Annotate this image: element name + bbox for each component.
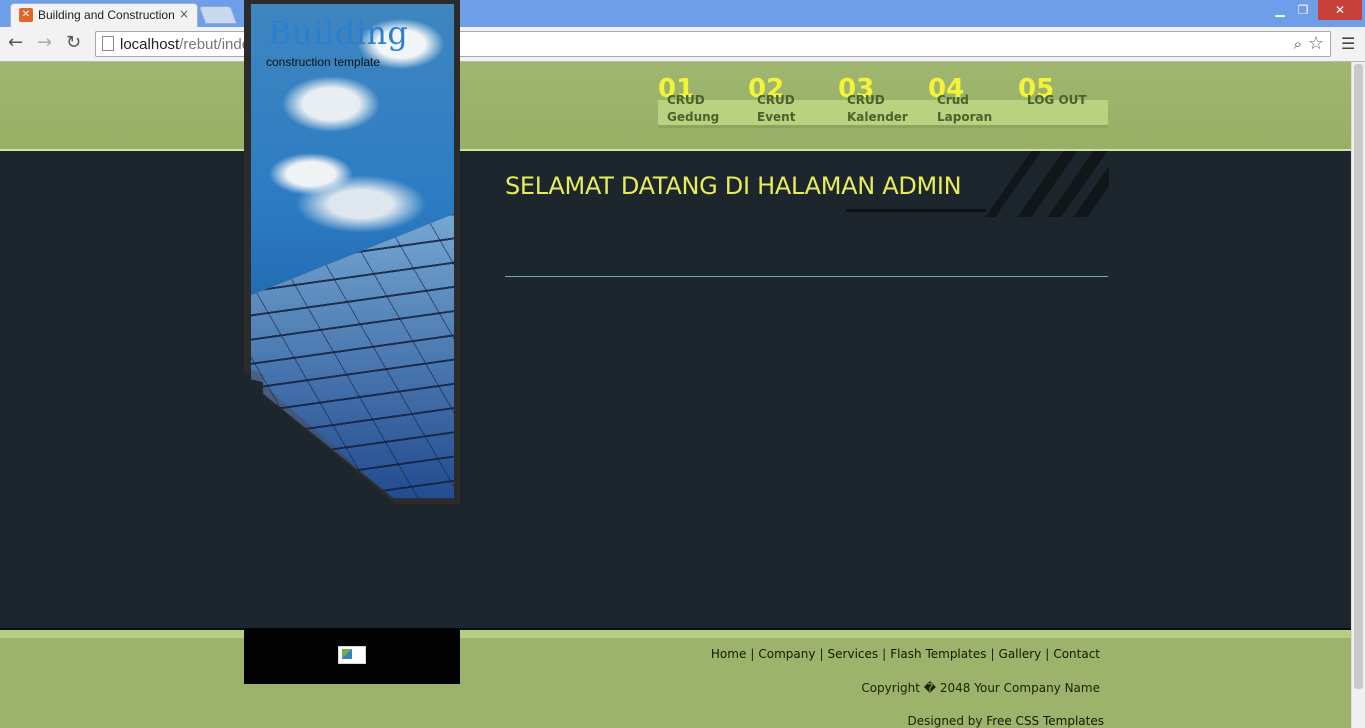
footer-link-separator: | [882,647,887,661]
forward-arrow-icon[interactable]: → [37,32,52,53]
chrome-menu-icon[interactable]: ☰ [1341,34,1355,53]
logo-title[interactable]: Building [268,14,408,52]
designed-link[interactable]: Free CSS Templates [986,714,1104,728]
nav-label[interactable]: CRUD Kalender [847,92,927,126]
nav-label[interactable]: Crud Laporan [937,92,1017,126]
footer-link[interactable]: Contact [1053,647,1100,661]
footer-link[interactable]: Company [758,647,815,661]
footer-link[interactable]: Flash Templates [890,647,986,661]
page-icon [102,36,114,51]
restore-window-icon[interactable]: ❐ [1293,0,1313,20]
footer-link-separator: | [819,647,824,661]
web-page: SELAMAT DATANG DI HALAMAN ADMIN [0,62,1351,728]
designed-prefix: Designed by [907,714,987,728]
footer-links: Home | Company | Services | Flash Templates | Ga… [711,647,1100,661]
xampp-favicon-icon: ✕ [19,8,33,22]
footer-link-separator: | [1045,647,1050,661]
scrollbar-thumb[interactable] [1354,64,1363,689]
minimize-window-icon[interactable]: ▁ [1270,0,1290,20]
back-arrow-icon[interactable]: ← [8,32,23,53]
close-window-icon[interactable]: ✕ [1318,0,1362,20]
logo-subtitle: construction template [266,55,381,69]
nav-label[interactable]: LOG OUT [1027,92,1107,109]
main-heading: SELAMAT DATANG DI HALAMAN ADMIN [505,172,962,200]
tab-title: Building and Construction [38,8,175,22]
nav-label[interactable]: CRUD Event [757,92,837,126]
vertical-scrollbar[interactable] [1351,62,1365,728]
footer-link[interactable]: Home [711,647,746,661]
tab-close-icon[interactable]: × [179,7,189,21]
hero-bar [846,209,986,212]
footer-link-separator: | [750,647,755,661]
footer-link[interactable]: Services [828,647,879,661]
nav-label[interactable]: CRUD Gedung [667,92,747,126]
footer-designed-by: Designed by Free CSS Templates [908,714,1105,728]
broken-image-icon [338,646,366,664]
footer-copyright: Copyright � 2048 Your Company Name [861,681,1100,695]
url-host: localhost [120,36,180,53]
bookmark-star-icon[interactable]: ☆ [1308,33,1324,54]
browser-tab[interactable]: ✕ Building and Construction × [10,3,198,27]
footer-top-line [0,628,1351,638]
footer [0,638,1351,728]
browser-toolbar: ← → ↻ localhost/rebut/index.php/rebut_co… [0,27,1365,62]
content-divider [505,276,1108,277]
footer-link[interactable]: Gallery [999,647,1042,661]
footer-link-separator: | [990,647,995,661]
browser-tab-strip: ✕ Building and Construction × ▁ ❐ ✕ [0,0,1365,27]
zoom-icon[interactable]: ⌕ [1294,35,1302,53]
reload-icon[interactable]: ↻ [66,32,81,53]
new-tab-button[interactable] [198,6,238,24]
